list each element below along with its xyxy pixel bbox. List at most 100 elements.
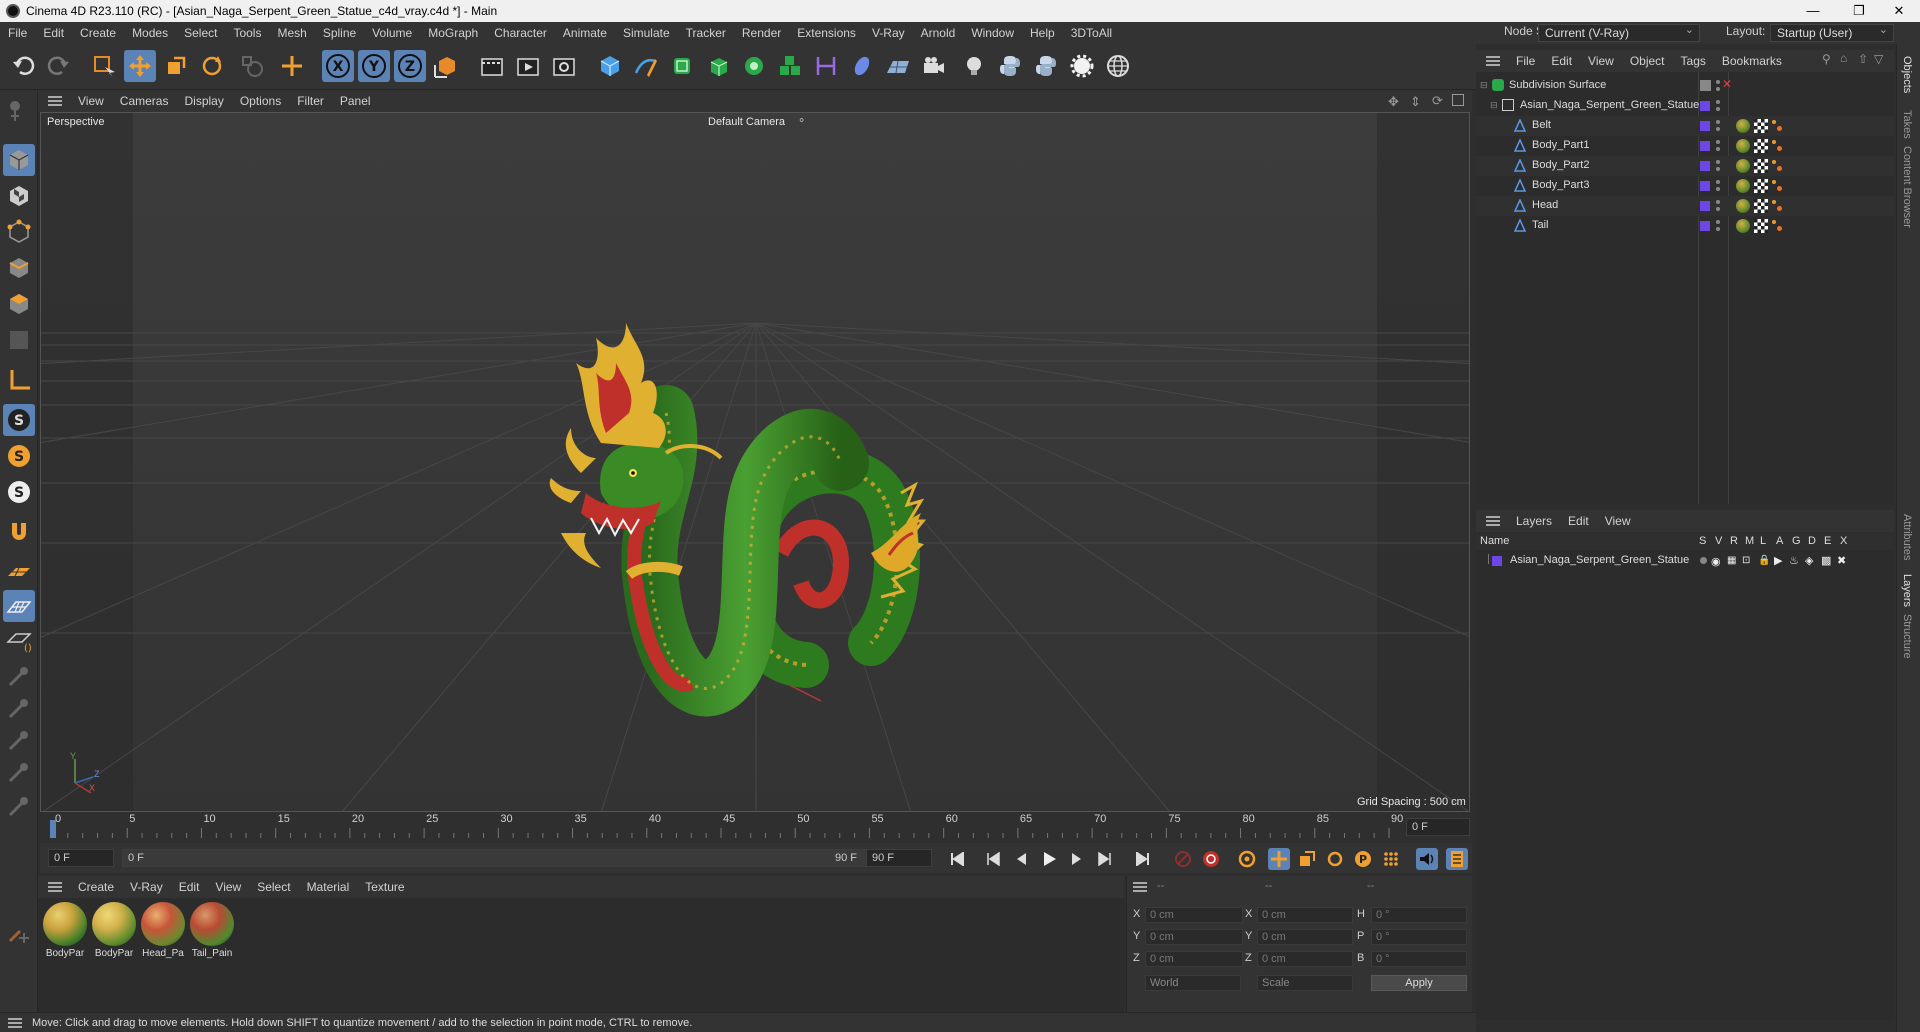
material-swatch[interactable]: Head_Pa <box>140 902 186 962</box>
object-row-body-part3[interactable]: Body_Part3 <box>1476 176 1894 196</box>
play-button[interactable] <box>1038 848 1060 870</box>
texture-mode-button[interactable] <box>3 180 35 212</box>
sculpt-tool-2-button[interactable] <box>3 692 35 724</box>
rot-h-field[interactable]: 0 ° <box>1371 907 1467 923</box>
deformer-icon[interactable]: ◈ <box>1805 554 1813 567</box>
viewport-menu-filter[interactable]: Filter <box>289 94 332 108</box>
layer-col-g[interactable]: G <box>1792 535 1801 547</box>
material-menu-view[interactable]: View <box>207 880 249 894</box>
status-menu-hamburger-icon[interactable] <box>8 1017 22 1028</box>
tab-takes[interactable]: Takes <box>1901 110 1913 139</box>
menu-tracker[interactable]: Tracker <box>678 26 734 40</box>
menu-window[interactable]: Window <box>963 26 1022 40</box>
viewport-pan-icon[interactable]: ✥ <box>1388 94 1399 110</box>
visibility-dots-icon[interactable] <box>1716 180 1720 192</box>
goto-start-button[interactable] <box>946 848 968 870</box>
render-view-button[interactable] <box>512 50 544 82</box>
current-frame-field[interactable]: 0 F <box>48 849 114 867</box>
viewport-maximize-icon[interactable] <box>1452 94 1464 106</box>
size-mode-select[interactable]: Scale <box>1257 975 1353 991</box>
uvw-tag-icon[interactable] <box>1754 179 1768 193</box>
material-swatch[interactable]: BodyPar <box>91 902 137 962</box>
sculpt-tool-1-button[interactable] <box>3 660 35 692</box>
menu-tools[interactable]: Tools <box>225 26 269 40</box>
material-tag-icon[interactable] <box>1736 199 1750 213</box>
object-row-head[interactable]: Head <box>1476 196 1894 216</box>
material-tag-icon[interactable] <box>1736 139 1750 153</box>
layer-color-swatch[interactable] <box>1492 556 1502 566</box>
visibility-dots-icon[interactable] <box>1716 200 1720 212</box>
material-tag-icon[interactable] <box>1736 179 1750 193</box>
viewport-menu-display[interactable]: Display <box>176 94 231 108</box>
viewport-menu-cameras[interactable]: Cameras <box>112 94 177 108</box>
snap-button[interactable]: S <box>3 404 35 436</box>
sculpt-tool-5-button[interactable] <box>3 790 35 822</box>
layer-menu-layers[interactable]: Layers <box>1508 514 1560 528</box>
camera-link-icon[interactable]: ⚬ <box>797 114 806 127</box>
material-tag-icon[interactable] <box>1736 219 1750 233</box>
viewport-rotate-icon[interactable]: ⟳ <box>1432 93 1443 109</box>
expression-icon[interactable]: ▩ <box>1821 554 1831 567</box>
layer-row[interactable]: Asian_Naga_Serpent_Green_Statue ◉ ▦ ⊡ 🔒 … <box>1476 552 1894 572</box>
y-axis-lock-button[interactable]: Y <box>358 50 390 82</box>
layer-col-d[interactable]: D <box>1808 535 1816 547</box>
menu-render[interactable]: Render <box>734 26 789 40</box>
point-mode-button[interactable] <box>3 216 35 248</box>
visibility-dots-icon[interactable] <box>1716 160 1720 172</box>
pos-x-field[interactable]: 0 cm <box>1145 907 1243 923</box>
uvw-tag-icon[interactable] <box>1754 199 1768 213</box>
material-menu-create[interactable]: Create <box>70 880 122 894</box>
material-menu-material[interactable]: Material <box>299 880 358 894</box>
motion-sound-button[interactable] <box>1416 848 1438 870</box>
lock-icon[interactable]: 🔒 <box>1758 555 1770 566</box>
extrude-button[interactable] <box>702 50 734 82</box>
viewport-menu-view[interactable]: View <box>70 94 112 108</box>
layer-color-swatch[interactable] <box>1700 221 1710 231</box>
object-row-naga-statue[interactable]: ⊟ Asian_Naga_Serpent_Green_Statue <box>1476 96 1894 116</box>
search-icon[interactable]: ⚲ <box>1822 52 1831 66</box>
layer-menu-edit[interactable]: Edit <box>1560 514 1597 528</box>
rot-p-field[interactable]: 0 ° <box>1371 929 1467 945</box>
enabled-x-icon[interactable]: ✕ <box>1722 77 1732 91</box>
tab-objects[interactable]: Objects <box>1901 56 1913 93</box>
polygon-mode-button[interactable] <box>3 288 35 320</box>
render-settings-button[interactable] <box>548 50 580 82</box>
frame-range-slider[interactable]: 0 F 90 F <box>122 849 882 867</box>
light-button[interactable] <box>958 50 990 82</box>
menu-volume[interactable]: Volume <box>364 26 420 40</box>
quantize-button[interactable]: S <box>3 476 35 508</box>
object-row-body-part1[interactable]: Body_Part1 <box>1476 136 1894 156</box>
timeline-layout-button[interactable] <box>1446 848 1468 870</box>
field-button[interactable] <box>846 50 878 82</box>
pen-spline-button[interactable] <box>630 50 662 82</box>
menu-animate[interactable]: Animate <box>555 26 615 40</box>
menu-mograph[interactable]: MoGraph <box>420 26 486 40</box>
key-scale-button[interactable] <box>1296 848 1318 870</box>
cloner-button[interactable] <box>738 50 770 82</box>
model-mode-button[interactable] <box>3 144 35 176</box>
layer-color-swatch[interactable] <box>1700 121 1710 131</box>
undo-button[interactable] <box>8 50 40 82</box>
cube-button[interactable] <box>594 50 626 82</box>
visibility-dots-icon[interactable] <box>1716 100 1720 112</box>
x-axis-lock-button[interactable]: X <box>322 50 354 82</box>
layer-col-l[interactable]: L <box>1760 535 1766 547</box>
layer-col-e[interactable]: E <box>1824 535 1831 547</box>
up-arrow-icon[interactable]: ⇧ <box>1858 52 1868 66</box>
xref-icon[interactable]: ✖ <box>1837 554 1846 567</box>
close-icon[interactable]: ✕ <box>1876 0 1920 22</box>
next-frame-button[interactable] <box>1066 848 1088 870</box>
playhead[interactable] <box>50 820 56 838</box>
manager-icon[interactable]: ⊡ <box>1742 555 1750 566</box>
camera-button[interactable] <box>918 50 950 82</box>
key-param-button[interactable]: P <box>1352 848 1374 870</box>
layer-col-v[interactable]: V <box>1715 535 1722 547</box>
viewport-menu-panel[interactable]: Panel <box>332 94 379 108</box>
layer-menu-view[interactable]: View <box>1597 514 1639 528</box>
material-tag-icon[interactable] <box>1736 159 1750 173</box>
key-rotation-button[interactable] <box>1324 848 1346 870</box>
coordinate-system-button[interactable] <box>430 50 462 82</box>
collapse-icon[interactable]: ⊟ <box>1490 100 1498 111</box>
vray-tag-icon[interactable] <box>1772 220 1782 232</box>
menu-mesh[interactable]: Mesh <box>269 26 314 40</box>
